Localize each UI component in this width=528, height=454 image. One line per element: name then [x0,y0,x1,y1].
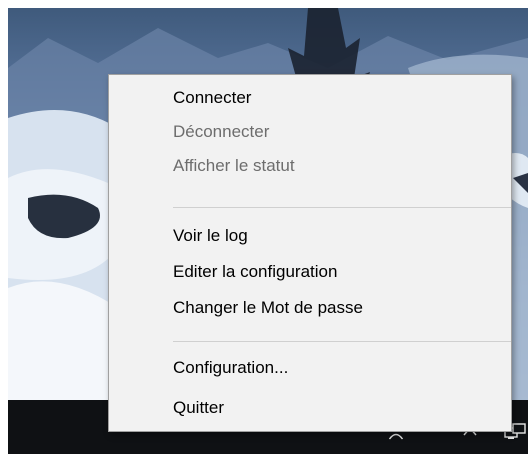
menu-item-afficher-statut[interactable]: Afficher le statut [109,149,511,183]
menu-item-quitter[interactable]: Quitter [109,391,511,425]
menu-item-voir-log[interactable]: Voir le log [109,219,511,253]
menu-item-editer-configuration[interactable]: Editer la configuration [109,255,511,289]
menu-item-configuration[interactable]: Configuration... [109,351,511,385]
menu-item-deconnecter[interactable]: Déconnecter [109,115,511,149]
menu-separator [173,341,511,342]
tray-context-menu: Connecter Déconnecter Afficher le statut… [108,74,512,432]
menu-separator [173,207,511,208]
menu-item-connecter[interactable]: Connecter [109,81,511,115]
menu-item-changer-mot-de-passe[interactable]: Changer le Mot de passe [109,291,511,325]
desktop-screen: Connecter Déconnecter Afficher le statut… [0,0,528,454]
